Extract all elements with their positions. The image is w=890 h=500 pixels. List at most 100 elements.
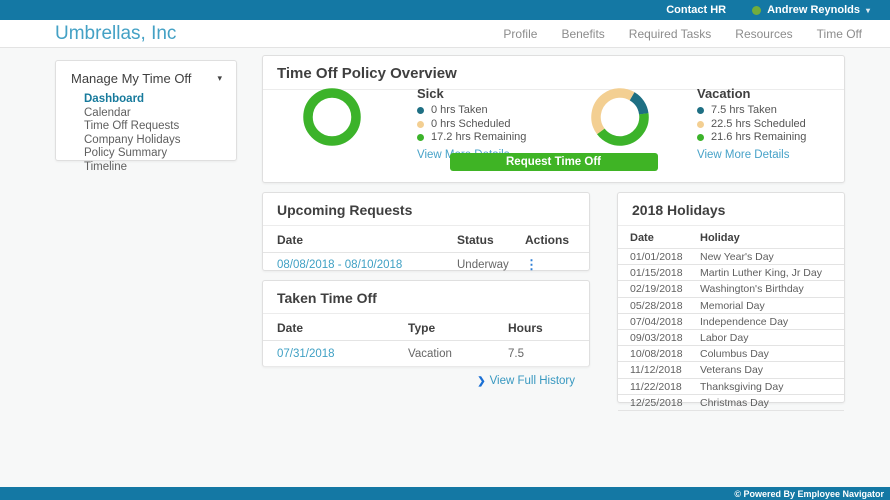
remaining-dot-icon [417, 134, 424, 141]
time-off-sidebar: Manage My Time Off ▾ Dashboard Calendar … [55, 60, 237, 161]
holiday-date: 02/19/2018 [630, 283, 700, 295]
col-status: Status [457, 233, 525, 247]
taken-time-off-header: Date Type Hours [263, 314, 589, 341]
request-time-off-button[interactable]: Request Time Off [450, 153, 658, 171]
policy-name: Vacation [697, 86, 806, 101]
holiday-name: Washington's Birthday [700, 283, 832, 295]
table-row: 01/15/2018Martin Luther King, Jr Day [618, 265, 844, 281]
upcoming-requests-card: Upcoming Requests Date Status Actions 08… [262, 192, 590, 271]
legend-item-taken: 7.5 hrs Taken [697, 104, 806, 118]
holiday-name: New Year's Day [700, 251, 832, 263]
sidebar-item-policy-summary[interactable]: Policy Summary [84, 147, 236, 161]
sidebar-item-time-off-requests[interactable]: Time Off Requests [84, 120, 236, 134]
contact-hr-link[interactable]: Contact HR [666, 4, 726, 16]
request-status: Underway [457, 259, 525, 271]
holiday-date: 05/28/2018 [630, 300, 700, 312]
table-row: 01/01/2018New Year's Day [618, 249, 844, 265]
nav-time-off[interactable]: Time Off [817, 27, 862, 41]
legend-text: 17.2 hrs Remaining [431, 131, 526, 145]
kebab-menu-icon[interactable]: ⋮ [525, 260, 575, 270]
legend-item-remaining: 21.6 hrs Remaining [697, 131, 806, 145]
sick-policy-summary: Sick 0 hrs Taken 0 hrs Scheduled 17.2 hr… [301, 86, 526, 163]
taken-dot-icon [417, 107, 424, 114]
upcoming-requests-title: Upcoming Requests [263, 193, 589, 226]
table-row: 12/25/2018Christmas Day [618, 395, 844, 411]
holiday-date: 07/04/2018 [630, 316, 700, 328]
taken-hours: 7.5 [508, 348, 575, 360]
sick-donut-chart [301, 86, 363, 148]
nav-profile[interactable]: Profile [503, 27, 537, 41]
col-type: Type [408, 321, 508, 335]
legend-text: 0 hrs Taken [431, 104, 488, 118]
taken-date-link[interactable]: 07/31/2018 [277, 348, 408, 360]
holiday-name: Independence Day [700, 316, 832, 328]
table-row: 07/31/2018 Vacation 7.5 [263, 341, 589, 367]
legend-item-scheduled: 22.5 hrs Scheduled [697, 118, 806, 132]
sidebar-item-company-holidays[interactable]: Company Holidays [84, 134, 236, 148]
holidays-card: 2018 Holidays Date Holiday 01/01/2018New… [617, 192, 845, 403]
view-full-history-link[interactable]: View Full History [490, 375, 575, 387]
holidays-header: Date Holiday [618, 226, 844, 249]
holidays-title: 2018 Holidays [618, 193, 844, 226]
taken-time-off-title: Taken Time Off [263, 281, 589, 314]
app-footer: © Powered By Employee Navigator [0, 487, 890, 500]
user-name: Andrew Reynolds [767, 4, 860, 16]
holiday-name: Labor Day [700, 332, 832, 344]
chevron-down-icon: ▾ [866, 6, 870, 15]
holiday-name: Christmas Day [700, 397, 832, 409]
vacation-donut-chart [589, 86, 651, 148]
sidebar-item-dashboard[interactable]: Dashboard [84, 93, 236, 107]
sidebar-item-calendar[interactable]: Calendar [84, 107, 236, 121]
holiday-name: Thanksgiving Day [700, 381, 832, 393]
overview-title: Time Off Policy Overview [263, 56, 844, 90]
main-nav: Profile Benefits Required Tasks Resource… [503, 27, 862, 41]
nav-resources[interactable]: Resources [735, 27, 792, 41]
holiday-date: 11/22/2018 [630, 381, 700, 393]
upcoming-requests-header: Date Status Actions [263, 226, 589, 253]
holiday-date: 09/03/2018 [630, 332, 700, 344]
col-holiday: Holiday [700, 232, 832, 244]
legend-item-scheduled: 0 hrs Scheduled [417, 118, 526, 132]
legend-item-taken: 0 hrs Taken [417, 104, 526, 118]
nav-required-tasks[interactable]: Required Tasks [629, 27, 712, 41]
taken-dot-icon [697, 107, 704, 114]
footer-text: © Powered By Employee Navigator [734, 489, 884, 499]
sidebar-item-timeline[interactable]: Timeline [84, 161, 236, 175]
legend-item-remaining: 17.2 hrs Remaining [417, 131, 526, 145]
legend-text: 0 hrs Scheduled [431, 118, 511, 132]
nav-benefits[interactable]: Benefits [561, 27, 604, 41]
page: Contact HR Andrew Reynolds ▾ Umbrellas, … [0, 0, 890, 500]
col-hours: Hours [508, 321, 575, 335]
sidebar-section-dropdown[interactable]: Manage My Time Off ▾ [56, 61, 236, 91]
policy-name: Sick [417, 86, 526, 101]
holiday-name: Veterans Day [700, 364, 832, 376]
scheduled-dot-icon [417, 121, 424, 128]
legend-text: 7.5 hrs Taken [711, 104, 777, 118]
vacation-policy-summary: Vacation 7.5 hrs Taken 22.5 hrs Schedule… [589, 86, 806, 163]
holiday-name: Martin Luther King, Jr Day [700, 267, 832, 279]
vacation-legend: Vacation 7.5 hrs Taken 22.5 hrs Schedule… [697, 86, 806, 163]
scheduled-dot-icon [697, 121, 704, 128]
table-row: 11/22/2018Thanksgiving Day [618, 379, 844, 395]
col-actions: Actions [525, 233, 575, 247]
table-row: 09/03/2018Labor Day [618, 330, 844, 346]
user-menu[interactable]: Andrew Reynolds ▾ [752, 4, 870, 16]
chevron-down-icon: ▾ [217, 73, 222, 84]
view-full-history: ❯View Full History [263, 367, 589, 389]
col-date: Date [277, 233, 457, 247]
time-off-policy-overview-card: Time Off Policy Overview Sick 0 hrs Take… [262, 55, 845, 183]
user-status-dot [752, 6, 761, 15]
col-date: Date [630, 232, 700, 244]
topbar: Contact HR Andrew Reynolds ▾ [0, 0, 890, 20]
vacation-view-more-details-link[interactable]: View More Details [697, 149, 789, 161]
taken-type: Vacation [408, 348, 508, 360]
table-row: 11/12/2018Veterans Day [618, 362, 844, 378]
request-date-link[interactable]: 08/08/2018 - 08/10/2018 [277, 259, 457, 271]
table-row: 05/28/2018Memorial Day [618, 298, 844, 314]
table-row: 08/08/2018 - 08/10/2018 Underway ⋮ [263, 253, 589, 276]
remaining-dot-icon [697, 134, 704, 141]
holiday-date: 01/01/2018 [630, 251, 700, 263]
sick-legend: Sick 0 hrs Taken 0 hrs Scheduled 17.2 hr… [417, 86, 526, 163]
legend-text: 21.6 hrs Remaining [711, 131, 806, 145]
company-logo[interactable]: Umbrellas, Inc [55, 23, 176, 45]
